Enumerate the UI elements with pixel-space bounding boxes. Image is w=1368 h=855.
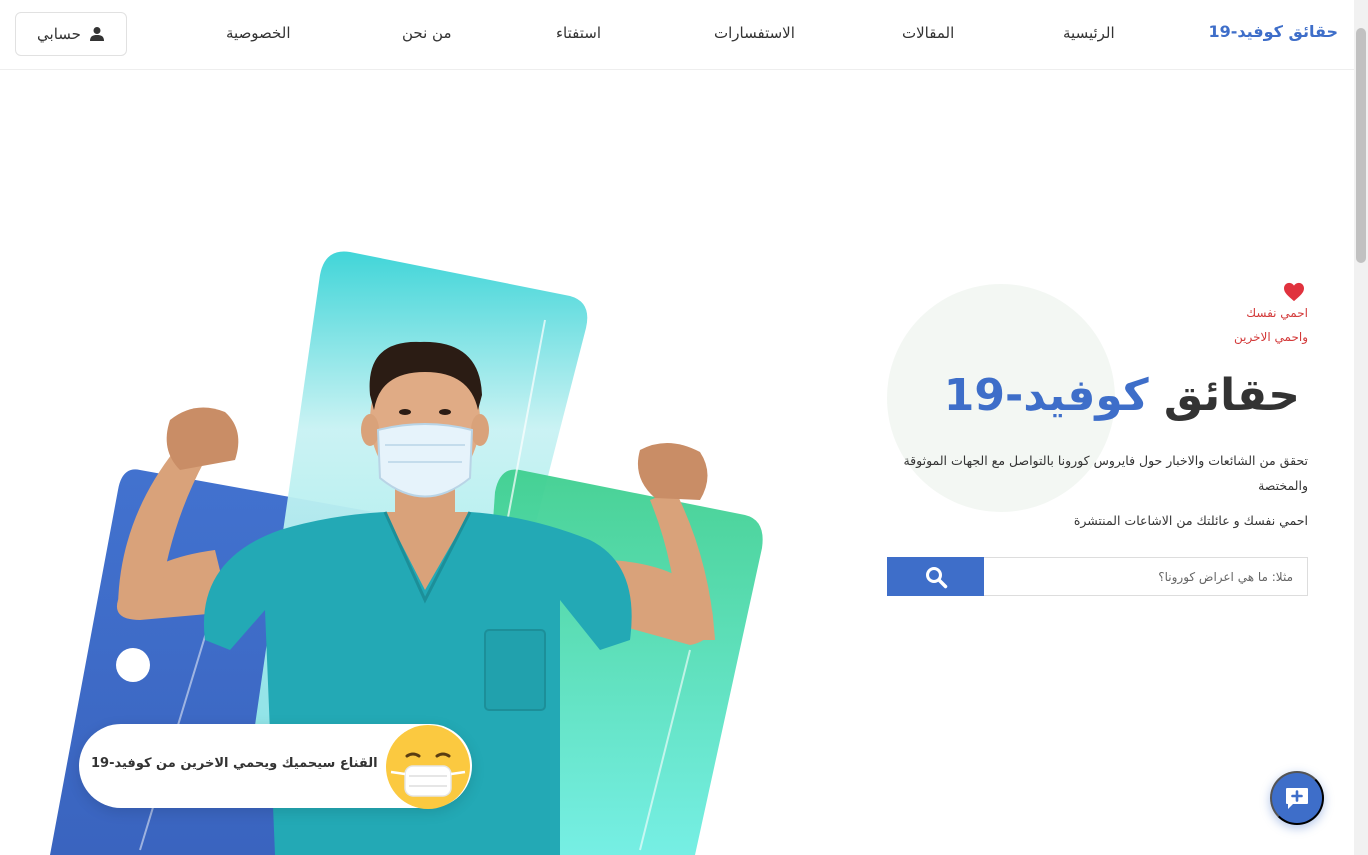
face-mask xyxy=(376,423,474,498)
hero-title-accent: كوفيد-19 xyxy=(943,370,1149,421)
nav-link-poll[interactable]: استفتاء xyxy=(556,24,601,42)
hero-description: تحقق من الشائعات والاخبار حول فايروس كور… xyxy=(903,453,1308,493)
tagline-protect-others: واحمي الاخرين xyxy=(1234,330,1308,344)
search-icon xyxy=(925,566,947,588)
speech-bubble-text: القناع سيحميك ويحمي الاخرين من كوفيد-19 xyxy=(91,756,378,771)
scrollbar-thumb[interactable] xyxy=(1356,28,1366,263)
nav-link-about[interactable]: من نحن xyxy=(402,24,452,42)
navbar: حقائق كوفيد-19 الرئيسية المقالات الاستفس… xyxy=(0,0,1354,70)
nav-link-home[interactable]: الرئيسية xyxy=(1063,24,1115,42)
search-button[interactable] xyxy=(887,557,984,596)
heart-icon xyxy=(1284,282,1304,302)
chat-plus-icon xyxy=(1286,788,1308,809)
brand-logo-link[interactable]: حقائق كوفيد-19 xyxy=(1208,22,1338,41)
nav-link-articles[interactable]: المقالات xyxy=(902,24,954,42)
mask-face-emoji-icon xyxy=(386,725,470,809)
nav-link-privacy[interactable]: الخصوصية xyxy=(226,24,290,42)
tagline-protect-yourself: احمي نفسك xyxy=(1246,306,1308,320)
chat-fab-button[interactable] xyxy=(1270,771,1324,825)
nav-link-inquiries[interactable]: الاستفسارات xyxy=(714,24,795,42)
user-icon xyxy=(89,27,104,41)
hero-title-main: حقائق xyxy=(1163,370,1300,421)
hero-title: حقائق كوفيد-19 xyxy=(944,366,1300,426)
page-scrollbar[interactable] xyxy=(1354,0,1368,855)
decor-dot xyxy=(116,648,150,682)
account-label: حسابي xyxy=(37,26,81,43)
hero-subtext: احمي نفسك و عائلتك من الاشاعات المنتشرة xyxy=(1073,513,1308,528)
account-button[interactable]: حسابي xyxy=(15,12,127,56)
search-input[interactable] xyxy=(984,557,1308,596)
